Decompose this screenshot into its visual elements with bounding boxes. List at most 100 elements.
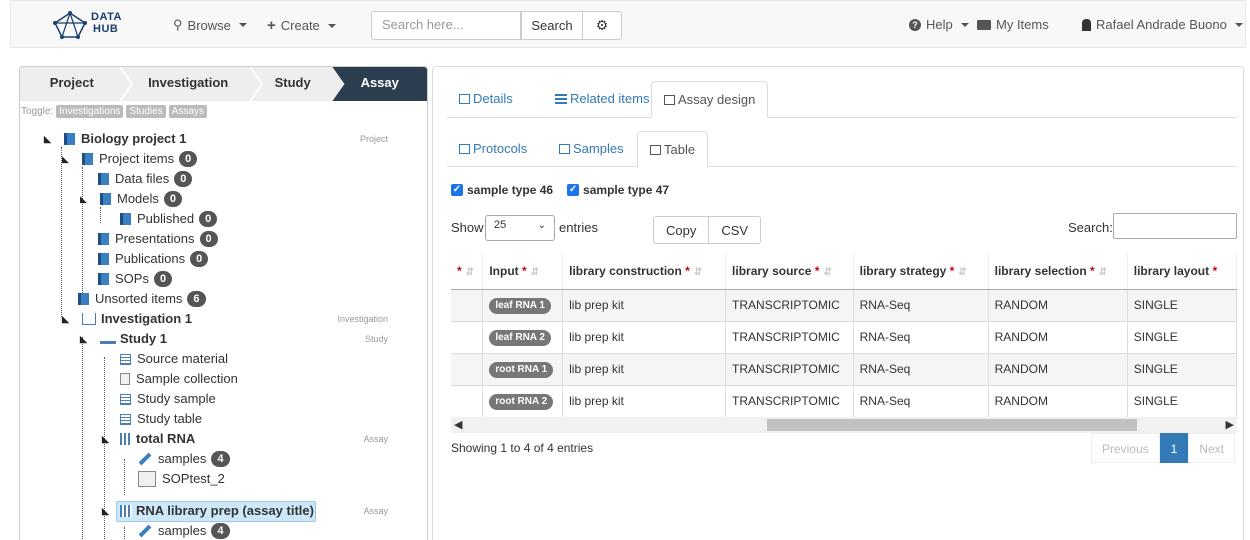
search-settings-button[interactable]: ⚙ (582, 11, 622, 40)
scroll-left-icon[interactable]: ◀ (454, 417, 462, 433)
input-cell: root RNA 2 (482, 384, 564, 417)
logo-text-hub: HUB (93, 23, 119, 35)
document-icon (120, 373, 130, 385)
previous-page-button[interactable]: Previous (1090, 433, 1160, 463)
tree-samples-2[interactable]: samples 4 (138, 521, 230, 540)
tree-label: Study sample (137, 391, 216, 406)
input-sample-pill[interactable]: leaf RNA 1 (489, 297, 551, 314)
table-search-input[interactable] (1113, 213, 1237, 239)
tree-data-files[interactable]: Data files 0 (98, 169, 193, 189)
header-label: library source (732, 263, 812, 278)
table-cell: RNA-Seq (853, 352, 989, 385)
input-cell: leaf RNA 2 (482, 320, 564, 353)
sample-type-46-checkbox[interactable]: ✓ sample type 46 (451, 183, 553, 197)
copy-button[interactable]: Copy (653, 216, 710, 244)
tree-unsorted[interactable]: Unsorted items 6 (78, 289, 206, 309)
tree-label: Data files (115, 171, 170, 186)
tree-publications[interactable]: Publications 0 (98, 249, 209, 269)
crumb-project[interactable]: Project (20, 67, 123, 101)
assay-table: * ⇵ Input * ⇵ library construction * ⇵ libr… (451, 253, 1237, 417)
tree-connector (82, 167, 83, 303)
tree-project-items[interactable]: ◣ Project items 0 (62, 149, 198, 169)
horizontal-scrollbar[interactable]: ◀ ▶ (451, 417, 1237, 433)
list-icon (559, 144, 570, 154)
crumb-study[interactable]: Study (253, 67, 333, 101)
tree-sample-collection[interactable]: Sample collection (120, 369, 238, 389)
table-cell: lib prep kit (562, 352, 727, 385)
table-row[interactable]: leaf RNA 1 lib prep kit TRANSCRIPTOMIC R… (451, 288, 1237, 321)
toggle-studies-button[interactable]: Studies (126, 104, 166, 118)
tab-samples[interactable]: Samples (547, 131, 636, 168)
tree-presentations[interactable]: Presentations 0 (98, 229, 218, 249)
tree-models[interactable]: ◣ Models 0 (80, 189, 183, 209)
table-row[interactable]: root RNA 1 lib prep kit TRANSCRIPTOMIC R… (451, 352, 1237, 385)
csv-button[interactable]: CSV (709, 216, 762, 244)
tab-related-items[interactable]: Related items (543, 81, 661, 118)
sample-type-47-checkbox[interactable]: ✓ sample type 47 (567, 183, 669, 197)
tree-label: Models (117, 191, 159, 206)
column-header-library-layout[interactable]: library layout * (1127, 253, 1237, 290)
show-label: Show (451, 220, 484, 235)
tree-project[interactable]: ◣ Biology project 1 (44, 129, 186, 149)
table-cell: TRANSCRIPTOMIC (725, 320, 854, 353)
th-list-icon (555, 94, 567, 104)
tree-published[interactable]: Published 0 (120, 209, 218, 229)
tree-investigation[interactable]: ◣ Investigation 1 (62, 309, 192, 329)
create-menu[interactable]: + Create (267, 17, 336, 34)
crumb-investigation[interactable]: Investigation (123, 67, 252, 101)
browse-menu[interactable]: ⚲ Browse (173, 17, 247, 33)
column-header-library-selection[interactable]: library selection * ⇵ (988, 253, 1128, 290)
folder-book-icon (98, 253, 109, 265)
search-input[interactable]: Search here... (371, 11, 521, 40)
table-cell: lib prep kit (562, 320, 727, 353)
scrollbar-thumb[interactable] (767, 419, 1137, 431)
table-row[interactable]: root RNA 2 lib prep kit TRANSCRIPTOMIC R… (451, 384, 1237, 417)
table-cell: SINGLE (1127, 320, 1237, 353)
column-header-library-strategy[interactable]: library strategy * ⇵ (853, 253, 989, 290)
collapse-icon: ◣ (80, 334, 87, 344)
tree-study[interactable]: ◣ Study 1 (80, 329, 167, 349)
toggle-assays-button[interactable]: Assays (168, 104, 207, 118)
table-row[interactable]: leaf RNA 2 lib prep kit TRANSCRIPTOMIC R… (451, 320, 1237, 353)
input-sample-pill[interactable]: leaf RNA 2 (489, 329, 551, 346)
datahub-logo[interactable]: DATA HUB (53, 7, 137, 43)
entries-value: 25 (494, 219, 507, 231)
column-header-library-source[interactable]: library source * ⇵ (725, 253, 854, 290)
tab-details[interactable]: Details (447, 81, 525, 118)
tree-total-rna[interactable]: ◣ total RNA (102, 429, 195, 449)
checkmark-icon: ✓ (567, 184, 580, 196)
count-badge: 0 (163, 191, 183, 207)
tree-label: SOPs (115, 271, 149, 286)
search-button[interactable]: Search (521, 11, 583, 40)
crumb-assay[interactable]: Assay (332, 67, 427, 101)
tree-study-table[interactable]: Study table (120, 409, 202, 429)
header-label: library strategy (859, 263, 947, 278)
input-sample-pill[interactable]: root RNA 2 (489, 393, 554, 410)
tree-sops[interactable]: SOPs 0 (98, 269, 173, 289)
input-sample-pill[interactable]: root RNA 1 (489, 361, 554, 378)
tree-soptest[interactable]: SOPtest_2 (138, 469, 225, 489)
column-header-input[interactable]: Input * ⇵ (482, 253, 564, 290)
tab-table[interactable]: Table (637, 131, 709, 168)
user-menu[interactable]: Rafael Andrade Buono (1082, 17, 1243, 32)
tab-protocols[interactable]: Protocols (447, 131, 539, 168)
toggle-investigations-button[interactable]: Investigations (56, 104, 124, 118)
column-header[interactable]: * ⇵ (451, 253, 484, 290)
tree-study-sample[interactable]: Study sample (120, 389, 216, 409)
tab-assay-design[interactable]: Assay design (651, 81, 769, 118)
column-header-library-construction[interactable]: library construction * ⇵ (562, 253, 727, 290)
help-menu[interactable]: ? Help (909, 17, 969, 32)
tree-samples-1[interactable]: samples 4 (138, 449, 230, 469)
tree-source-material[interactable]: Source material (120, 349, 228, 369)
entries-select[interactable]: 25 ⌄ (485, 215, 555, 241)
scroll-right-icon[interactable]: ▶ (1226, 417, 1234, 433)
assay-table-wrapper: * ⇵ Input * ⇵ library construction * ⇵ libr… (451, 253, 1237, 417)
question-circle-icon: ? (909, 18, 921, 31)
tree-rna-library-prep[interactable]: ◣ RNA library prep (assay title) (102, 501, 314, 521)
next-page-button[interactable]: Next (1188, 433, 1235, 463)
top-navbar: DATA HUB ⚲ Browse + Create Search here..… (10, 0, 1246, 48)
table-cell: SINGLE (1127, 352, 1237, 385)
page-1-button[interactable]: 1 (1159, 433, 1189, 463)
pagination: Previous 1 Next (1090, 433, 1235, 463)
my-items-link[interactable]: My Items (977, 17, 1049, 32)
